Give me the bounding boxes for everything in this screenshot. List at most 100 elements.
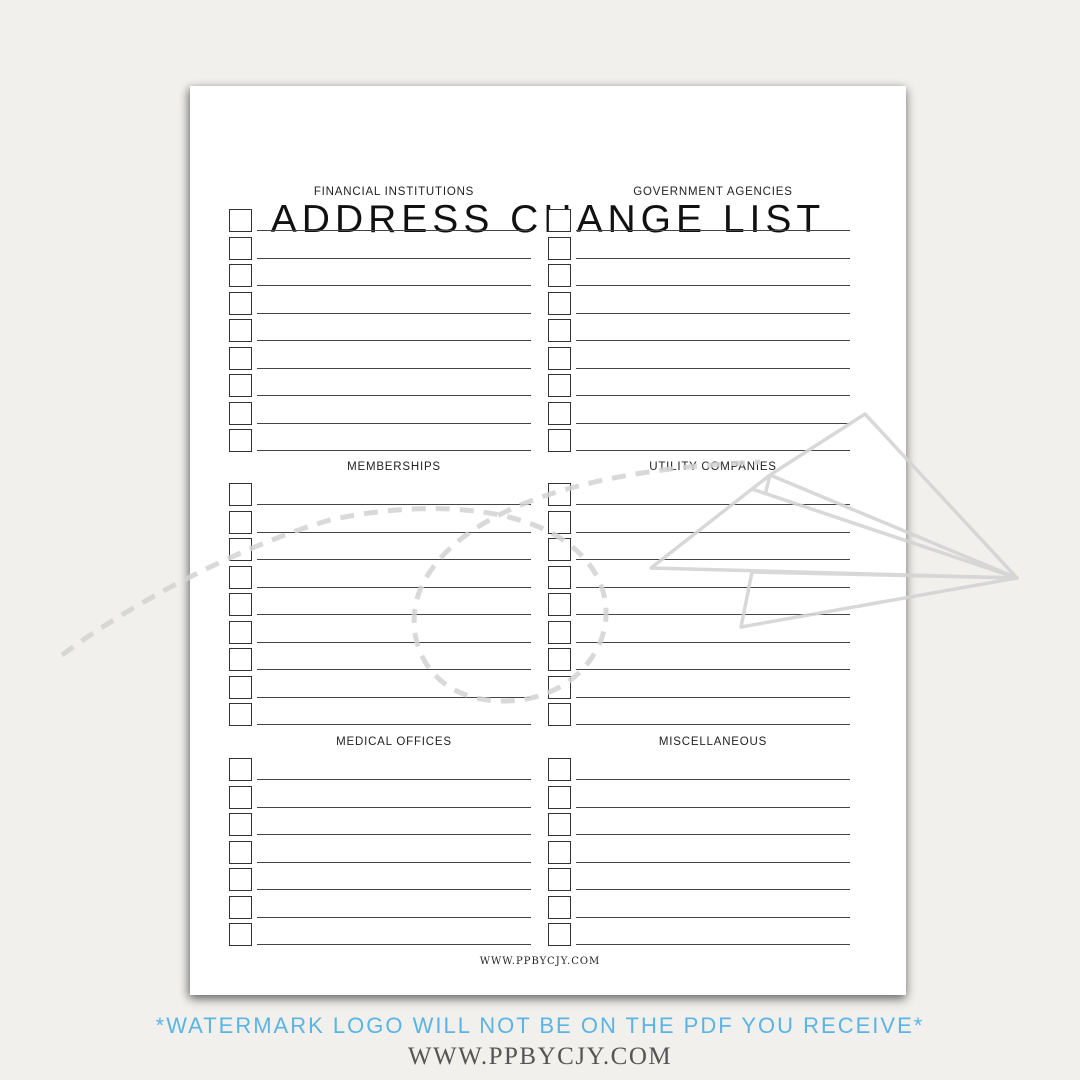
checkbox[interactable] [548,868,571,891]
write-in-line[interactable] [257,367,531,369]
checkbox[interactable] [548,264,571,287]
checkbox[interactable] [229,813,252,836]
checkbox[interactable] [229,401,252,425]
write-in-line[interactable] [257,504,531,505]
write-in-line[interactable] [576,696,850,698]
write-in-line[interactable] [257,806,531,808]
checkbox[interactable] [548,401,571,425]
checkbox[interactable] [229,291,252,315]
write-in-line[interactable] [257,696,531,698]
checkbox[interactable] [548,620,571,644]
checkbox[interactable] [229,510,252,534]
write-in-line[interactable] [576,450,850,451]
checkbox[interactable] [548,429,571,452]
write-in-line[interactable] [257,285,531,286]
checkbox[interactable] [229,429,252,452]
checkbox[interactable] [229,648,252,671]
write-in-line[interactable] [576,889,850,890]
checkbox[interactable] [548,346,571,370]
write-in-line[interactable] [257,641,531,643]
write-in-line[interactable] [257,779,531,780]
checkbox[interactable] [548,483,571,506]
checkbox[interactable] [229,209,252,232]
write-in-line[interactable] [257,450,531,451]
write-in-line[interactable] [576,340,850,341]
checkbox[interactable] [229,264,252,287]
write-in-line[interactable] [576,230,850,231]
write-in-line[interactable] [576,916,850,918]
checkbox[interactable] [548,840,571,864]
checkbox[interactable] [229,374,252,397]
checkbox[interactable] [548,648,571,671]
checkbox[interactable] [548,785,571,809]
write-in-line[interactable] [576,586,850,588]
write-in-line[interactable] [576,395,850,396]
checkbox[interactable] [229,483,252,506]
checkbox[interactable] [229,840,252,864]
checkbox[interactable] [548,813,571,836]
write-in-line[interactable] [576,367,850,369]
write-in-line[interactable] [257,531,531,533]
write-in-line[interactable] [576,779,850,780]
write-in-line[interactable] [257,614,531,615]
write-in-line[interactable] [257,422,531,424]
checkbox[interactable] [548,675,571,699]
checkbox[interactable] [548,374,571,397]
checkbox[interactable] [229,593,252,616]
checkbox[interactable] [229,785,252,809]
checkbox[interactable] [229,868,252,891]
write-in-line[interactable] [257,669,531,670]
write-in-line[interactable] [257,559,531,560]
write-in-line[interactable] [257,586,531,588]
write-in-line[interactable] [257,834,531,835]
write-in-line[interactable] [576,257,850,259]
write-in-line[interactable] [576,669,850,670]
write-in-line[interactable] [576,614,850,615]
checkbox[interactable] [229,703,252,726]
write-in-line[interactable] [257,395,531,396]
checkbox[interactable] [548,565,571,589]
checkbox[interactable] [229,895,252,919]
write-in-line[interactable] [576,724,850,725]
write-in-line[interactable] [257,257,531,259]
checkbox[interactable] [229,319,252,342]
write-in-line[interactable] [576,531,850,533]
checkbox[interactable] [548,209,571,232]
checkbox[interactable] [548,510,571,534]
checkbox[interactable] [229,565,252,589]
checkbox[interactable] [229,675,252,699]
write-in-line[interactable] [576,312,850,314]
write-in-line[interactable] [576,861,850,863]
checkbox[interactable] [548,923,571,946]
checkbox[interactable] [229,236,252,260]
checkbox[interactable] [548,236,571,260]
write-in-line[interactable] [576,504,850,505]
write-in-line[interactable] [576,422,850,424]
checkbox[interactable] [229,758,252,781]
checkbox[interactable] [229,538,252,561]
checkbox[interactable] [548,538,571,561]
write-in-line[interactable] [257,340,531,341]
write-in-line[interactable] [257,724,531,725]
write-in-line[interactable] [257,944,531,945]
checkbox[interactable] [548,758,571,781]
write-in-line[interactable] [576,944,850,945]
checkbox[interactable] [229,620,252,644]
write-in-line[interactable] [257,861,531,863]
checkbox[interactable] [548,703,571,726]
write-in-line[interactable] [576,806,850,808]
write-in-line[interactable] [576,285,850,286]
checkbox[interactable] [548,291,571,315]
write-in-line[interactable] [257,312,531,314]
checkbox[interactable] [229,923,252,946]
write-in-line[interactable] [257,230,531,231]
checkbox[interactable] [548,593,571,616]
checkbox[interactable] [548,895,571,919]
checkbox[interactable] [548,319,571,342]
write-in-line[interactable] [576,834,850,835]
write-in-line[interactable] [257,889,531,890]
write-in-line[interactable] [576,641,850,643]
checkbox[interactable] [229,346,252,370]
write-in-line[interactable] [257,916,531,918]
write-in-line[interactable] [576,559,850,560]
